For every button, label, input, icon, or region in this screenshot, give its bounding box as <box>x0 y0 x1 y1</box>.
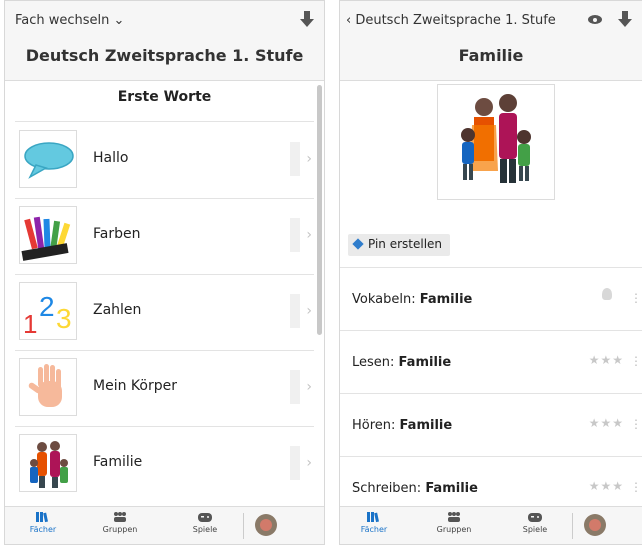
subject-panel: Fach wechseln ⌄ Deutsch Zweitsprache 1. … <box>4 0 325 545</box>
create-pin-button[interactable]: Pin erstellen <box>348 234 451 256</box>
books-icon <box>367 512 379 523</box>
section-title: Erste Worte <box>117 89 212 105</box>
activity-label: Schreiben: Familie <box>352 481 478 496</box>
tab-label: Fächer <box>29 525 57 534</box>
tab-faecher[interactable]: Fächer <box>13 511 73 534</box>
item-label: Mein Körper <box>93 378 177 394</box>
activity-prefix: Lesen: <box>352 355 399 370</box>
activity-topic: Familie <box>399 418 453 433</box>
pin-label: Pin erstellen <box>368 237 443 251</box>
tab-spiele[interactable]: Spiele <box>175 511 235 534</box>
item-label: Zahlen <box>93 302 142 318</box>
activity-lesen[interactable]: Lesen: Familie ★★★ ⋮ <box>340 331 642 393</box>
tab-bar: Fächer Gruppen Spiele <box>340 506 642 544</box>
hand-icon <box>19 358 77 416</box>
header-bar: ‹ Deutsch Zweitsprache 1. Stufe Familie <box>340 1 642 81</box>
chevron-bg <box>290 370 300 404</box>
activity-topic: Familie <box>425 481 478 496</box>
lightbulb-icon <box>602 288 612 300</box>
more-icon[interactable]: ⋮ <box>630 480 642 494</box>
more-icon[interactable]: ⋮ <box>630 417 642 431</box>
crayons-icon <box>19 206 77 264</box>
numbers-icon: 1 2 3 <box>19 282 77 340</box>
family-icon <box>19 434 77 492</box>
chevron-right-icon: › <box>306 151 312 167</box>
gamepad-icon <box>198 513 212 522</box>
digit-one: 1 <box>23 309 38 339</box>
list-item-farben[interactable]: Farben › <box>15 198 314 274</box>
group-icon <box>448 512 460 522</box>
header-bar: Fach wechseln ⌄ Deutsch Zweitsprache 1. … <box>5 1 324 81</box>
avatar-icon[interactable] <box>584 514 606 536</box>
activity-prefix: Schreiben: <box>352 481 426 496</box>
tab-divider <box>572 513 573 539</box>
chevron-bg <box>290 142 300 176</box>
scrollbar[interactable] <box>317 85 322 335</box>
tab-label: Gruppen <box>436 525 472 534</box>
tab-label: Spiele <box>522 525 548 534</box>
group-icon <box>114 512 126 522</box>
tab-label: Gruppen <box>102 525 138 534</box>
change-subject-link[interactable]: Fach wechseln ⌄ <box>15 13 124 28</box>
books-icon <box>36 512 48 523</box>
item-label: Farben <box>93 226 141 242</box>
activity-topic: Familie <box>419 292 473 307</box>
chevron-bg <box>290 218 300 252</box>
gamepad-icon <box>528 513 542 522</box>
tab-bar: Fächer Gruppen Spiele <box>5 506 324 544</box>
more-icon[interactable]: ⋮ <box>630 354 642 368</box>
chevron-right-icon: › <box>306 379 312 395</box>
tab-spiele[interactable]: Spiele <box>505 511 565 534</box>
chevron-bg <box>290 446 300 480</box>
pin-icon <box>352 238 364 250</box>
activity-prefix: Hören: <box>352 418 400 433</box>
family-illustration <box>437 84 555 200</box>
page-title: Familie <box>458 46 524 65</box>
chevron-right-icon: › <box>306 455 312 471</box>
speech-bubble-icon <box>19 130 77 188</box>
download-icon[interactable] <box>618 11 632 29</box>
star-rating: ★★★ <box>588 479 624 493</box>
list-item-hallo[interactable]: Hallo › <box>15 122 314 198</box>
tab-divider <box>243 513 244 539</box>
item-label: Familie <box>93 454 143 470</box>
activity-label: Hören: Familie <box>352 418 452 433</box>
chevron-right-icon: › <box>306 227 312 243</box>
star-rating: ★★★ <box>588 353 624 367</box>
tab-label: Spiele <box>192 525 218 534</box>
chevron-right-icon: › <box>306 303 312 319</box>
item-label: Hallo <box>93 150 129 166</box>
more-icon[interactable]: ⋮ <box>630 291 642 305</box>
activity-hoeren[interactable]: Hören: Familie ★★★ ⋮ <box>340 394 642 456</box>
activity-label: Lesen: Familie <box>352 355 451 370</box>
chevron-bg <box>290 294 300 328</box>
tab-faecher[interactable]: Fächer <box>344 511 404 534</box>
topic-panel: ‹ Deutsch Zweitsprache 1. Stufe Familie … <box>339 0 642 545</box>
back-link[interactable]: ‹ Deutsch Zweitsprache 1. Stufe <box>346 13 556 28</box>
list-item-familie[interactable]: Familie › <box>15 426 314 502</box>
download-icon[interactable] <box>300 11 314 29</box>
activity-vokabeln[interactable]: Vokabeln: Familie ⋮ <box>340 268 642 330</box>
list-item-zahlen[interactable]: 1 2 3 Zahlen › <box>15 274 314 350</box>
avatar-icon[interactable] <box>255 514 277 536</box>
tab-gruppen[interactable]: Gruppen <box>90 511 150 534</box>
activity-prefix: Vokabeln: <box>352 292 420 307</box>
list-item-mein-koerper[interactable]: Mein Körper › <box>15 350 314 426</box>
activity-label: Vokabeln: Familie <box>352 292 472 307</box>
tab-gruppen[interactable]: Gruppen <box>424 511 484 534</box>
digit-three: 3 <box>56 303 72 334</box>
digit-two: 2 <box>39 291 55 322</box>
tab-label: Fächer <box>360 525 388 534</box>
activity-topic: Familie <box>398 355 452 370</box>
star-rating: ★★★ <box>588 416 624 430</box>
eye-icon[interactable] <box>588 15 602 24</box>
page-title: Deutsch Zweitsprache 1. Stufe <box>25 46 304 65</box>
